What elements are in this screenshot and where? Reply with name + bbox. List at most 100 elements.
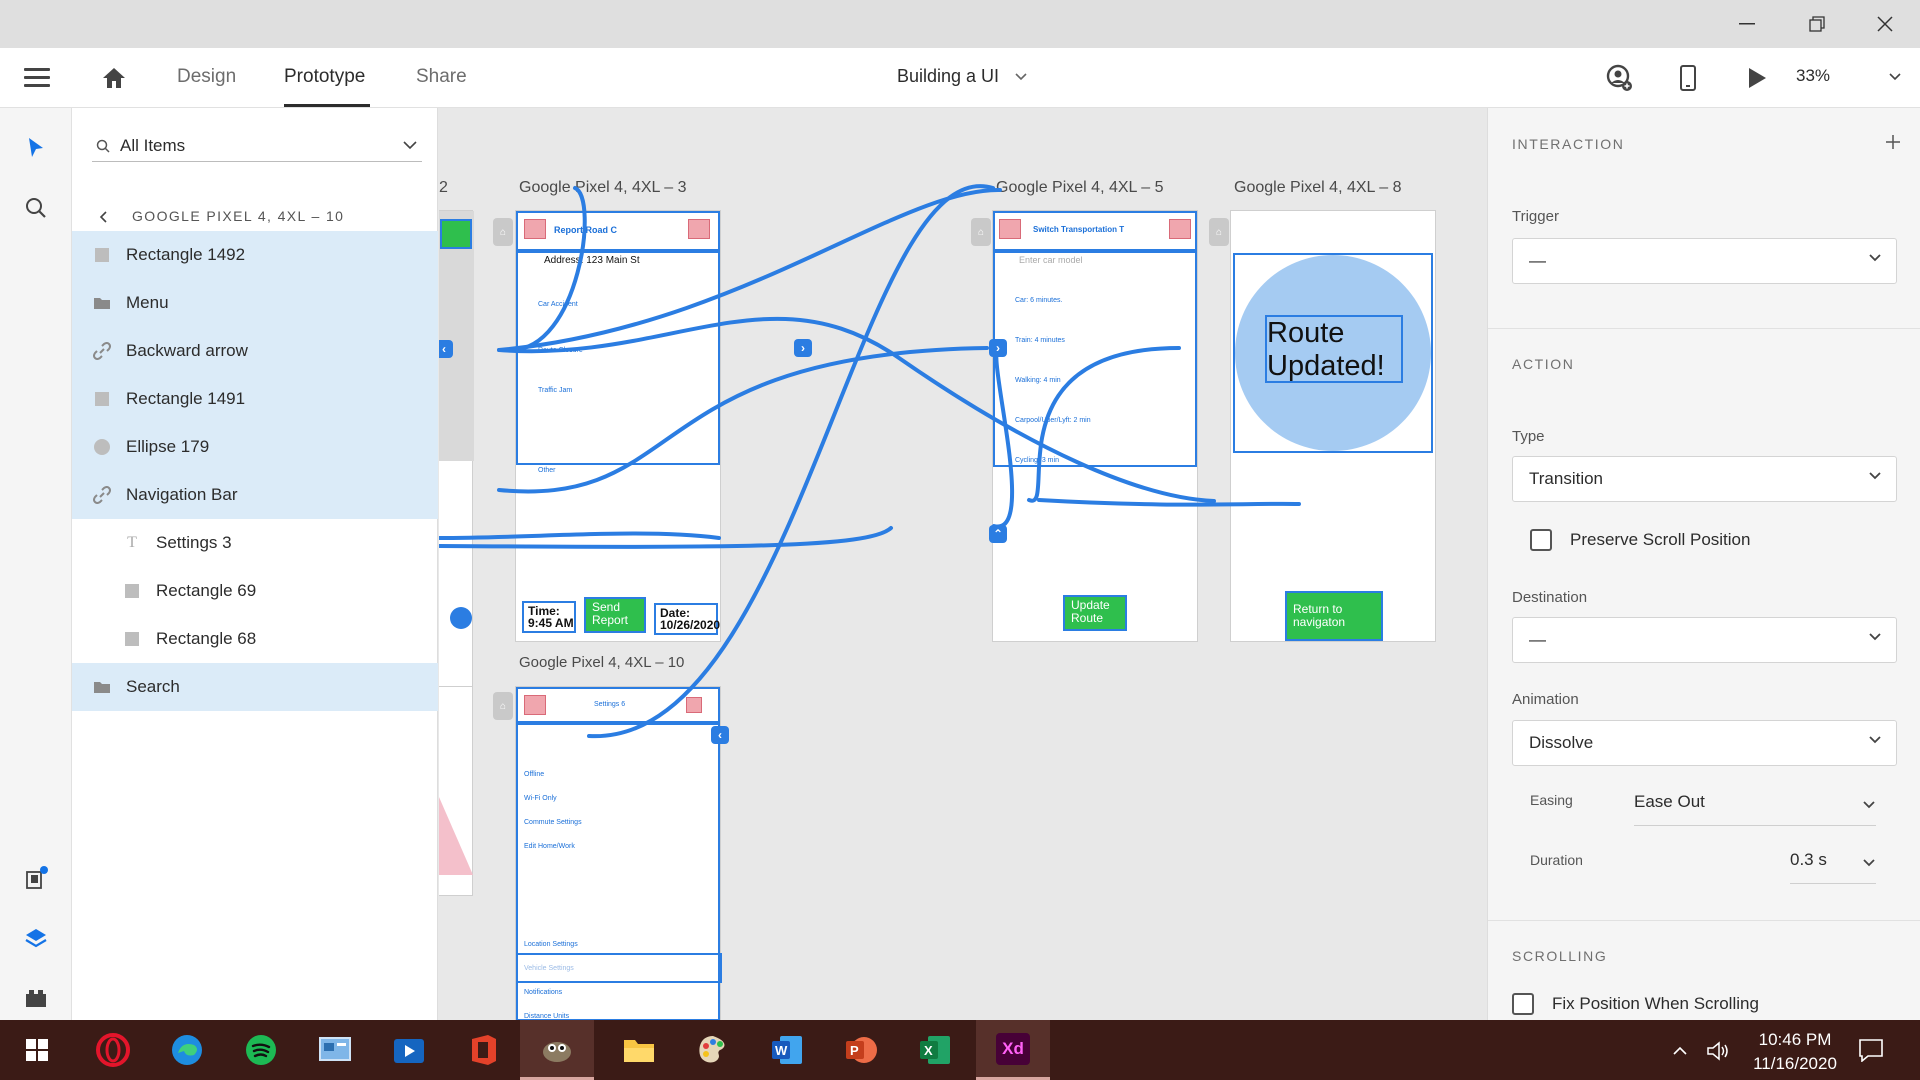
tab-design[interactable]: Design bbox=[177, 66, 236, 88]
windows-logo-icon bbox=[26, 1039, 48, 1061]
chevron-down-icon bbox=[1869, 633, 1881, 641]
layer-item[interactable]: Menu bbox=[72, 279, 438, 327]
chevron-down-icon bbox=[1015, 73, 1027, 81]
layer-item[interactable]: T Settings 3 bbox=[72, 519, 438, 567]
opera-icon[interactable] bbox=[76, 1020, 150, 1080]
excel-icon[interactable]: X bbox=[898, 1020, 972, 1080]
destination-select[interactable]: — bbox=[1512, 617, 1897, 663]
edge-icon[interactable] bbox=[150, 1020, 224, 1080]
layers-icon bbox=[25, 929, 47, 948]
layer-item[interactable]: Navigation Bar bbox=[72, 471, 438, 519]
mobile-device-icon bbox=[1680, 65, 1696, 91]
system-clock[interactable]: 10:46 PM 11/16/2020 bbox=[1740, 1028, 1850, 1076]
start-button[interactable] bbox=[0, 1020, 74, 1080]
chevron-left-icon[interactable] bbox=[98, 210, 108, 224]
layers-breadcrumb[interactable]: GOOGLE PIXEL 4, 4XL – 10 bbox=[132, 208, 344, 224]
layer-item[interactable]: Rectangle 1491 bbox=[72, 375, 438, 423]
chevron-down-icon bbox=[1889, 73, 1901, 81]
clock-date: 11/16/2020 bbox=[1753, 1054, 1837, 1073]
device-preview-button[interactable] bbox=[1672, 62, 1704, 94]
prototype-wires bbox=[439, 184, 1301, 739]
search-icon bbox=[96, 139, 110, 153]
layer-item[interactable]: Rectangle 68 bbox=[72, 615, 438, 663]
svg-text:W: W bbox=[775, 1043, 788, 1058]
layer-label: Settings 3 bbox=[156, 533, 232, 552]
add-interaction-icon[interactable] bbox=[1885, 134, 1901, 150]
duration-select[interactable]: 0.3 s bbox=[1790, 850, 1876, 884]
layer-label: Rectangle 68 bbox=[156, 629, 257, 648]
invite-user-button[interactable] bbox=[1603, 62, 1635, 94]
adobe-xd-icon[interactable]: Xd bbox=[976, 1020, 1050, 1080]
wire-target-handle[interactable]: › bbox=[989, 339, 1007, 357]
search-tool[interactable] bbox=[20, 192, 52, 224]
app-menubar: Design Prototype Share Building a UI 33% bbox=[0, 48, 1920, 108]
spotify-icon[interactable] bbox=[224, 1020, 298, 1080]
chevron-up-icon[interactable] bbox=[1672, 1046, 1688, 1056]
gimp-icon[interactable] bbox=[520, 1020, 594, 1080]
layer-item[interactable]: Backward arrow bbox=[72, 327, 438, 375]
wire-report-back bbox=[509, 186, 587, 352]
destination-label: Destination bbox=[1512, 589, 1588, 606]
rectangle-icon bbox=[122, 581, 142, 601]
restore-button[interactable] bbox=[1782, 0, 1852, 48]
layers-tool[interactable] bbox=[20, 922, 52, 954]
scrolling-section-title: SCROLLING bbox=[1512, 948, 1608, 964]
duration-value: 0.3 s bbox=[1790, 850, 1827, 869]
media-player-icon[interactable] bbox=[372, 1020, 446, 1080]
type-label: Type bbox=[1512, 428, 1545, 445]
powerpoint-icon[interactable]: P bbox=[824, 1020, 898, 1080]
play-preview-button[interactable] bbox=[1741, 62, 1773, 94]
layer-item[interactable]: Search bbox=[72, 663, 438, 711]
trigger-select[interactable]: — bbox=[1512, 238, 1897, 284]
type-select[interactable]: Transition bbox=[1512, 456, 1897, 502]
document-title-dropdown[interactable]: Building a UI bbox=[897, 66, 1028, 87]
word-icon[interactable]: W bbox=[750, 1020, 824, 1080]
design-canvas[interactable]: 2 Google Pixel 4, 4XL – 3 ⌂ Report Road … bbox=[439, 108, 1487, 1020]
hamburger-menu-icon[interactable] bbox=[24, 68, 50, 88]
zoom-dropdown[interactable]: 33% bbox=[1796, 66, 1901, 86]
volume-icon[interactable] bbox=[1706, 1040, 1730, 1062]
tab-prototype[interactable]: Prototype bbox=[284, 66, 365, 88]
layer-item[interactable]: Rectangle 69 bbox=[72, 567, 438, 615]
assets-icon bbox=[26, 866, 48, 889]
control-panel-icon[interactable] bbox=[298, 1020, 372, 1080]
chevron-down-icon bbox=[1863, 859, 1875, 867]
property-inspector: INTERACTION Trigger — ACTION Type Transi… bbox=[1487, 108, 1920, 1020]
wire-target-handle[interactable]: › bbox=[794, 339, 812, 357]
type-value: Transition bbox=[1529, 469, 1604, 488]
preserve-scroll-checkbox[interactable] bbox=[1530, 529, 1552, 551]
file-explorer-icon[interactable] bbox=[602, 1020, 676, 1080]
home-button[interactable] bbox=[100, 64, 128, 92]
chevron-down-icon bbox=[403, 141, 417, 150]
tab-share[interactable]: Share bbox=[416, 66, 467, 88]
plugins-tool[interactable] bbox=[20, 982, 52, 1014]
layers-filter-dropdown[interactable]: All Items bbox=[92, 128, 422, 162]
document-assets-tool[interactable] bbox=[20, 862, 52, 894]
wire-target-handle[interactable]: ‹ bbox=[711, 726, 729, 744]
fix-position-label: Fix Position When Scrolling bbox=[1552, 994, 1759, 1013]
window-titlebar bbox=[0, 0, 1920, 48]
destination-value: — bbox=[1529, 630, 1546, 649]
chevron-down-icon bbox=[1869, 472, 1881, 480]
close-icon bbox=[1877, 16, 1893, 32]
notifications-icon[interactable] bbox=[1858, 1038, 1884, 1062]
tool-rail bbox=[0, 108, 72, 1020]
animation-select[interactable]: Dissolve bbox=[1512, 720, 1897, 766]
wire-to-return bbox=[1037, 498, 1301, 507]
wire-target-handle[interactable]: ⌃ bbox=[989, 525, 1007, 543]
close-button[interactable] bbox=[1850, 0, 1920, 48]
select-arrow-icon bbox=[29, 138, 43, 157]
trigger-label: Trigger bbox=[1512, 208, 1559, 225]
wire-settings-to-transport bbox=[587, 184, 995, 739]
wire-target-handle[interactable]: ‹ bbox=[439, 340, 453, 358]
office-icon[interactable] bbox=[446, 1020, 520, 1080]
minimize-button[interactable] bbox=[1712, 0, 1782, 48]
layer-item[interactable]: Ellipse 179 bbox=[72, 423, 438, 471]
easing-select[interactable]: Ease Out bbox=[1634, 792, 1876, 826]
paint-icon[interactable] bbox=[676, 1020, 750, 1080]
svg-text:P: P bbox=[850, 1043, 859, 1058]
duration-label: Duration bbox=[1530, 852, 1583, 868]
select-tool[interactable] bbox=[20, 132, 52, 164]
layer-item[interactable]: Rectangle 1492 bbox=[72, 231, 438, 279]
fix-position-checkbox[interactable] bbox=[1512, 993, 1534, 1015]
